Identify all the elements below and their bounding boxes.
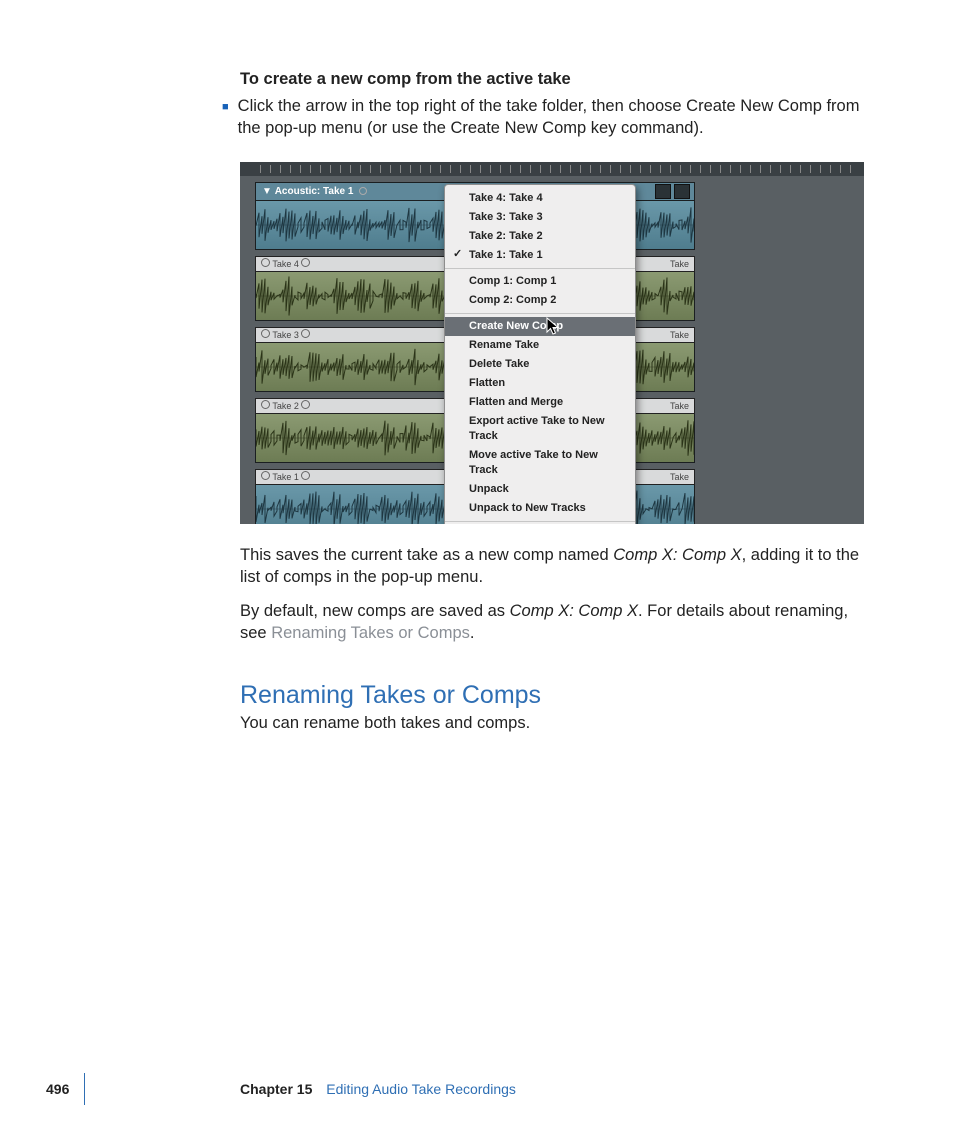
footer-divider bbox=[84, 1073, 85, 1105]
checkmark-icon: ✓ bbox=[453, 247, 462, 262]
menu-item[interactable]: ✓Take 1: Take 1 bbox=[445, 246, 635, 265]
take-folder-popup-menu: Take 4: Take 4Take 3: Take 3Take 2: Take… bbox=[444, 184, 636, 524]
menu-item[interactable]: Export active Take to New Track bbox=[445, 412, 635, 446]
menu-item[interactable]: Unpack bbox=[445, 480, 635, 499]
bullet-item: ■ Click the arrow in the top right of th… bbox=[222, 95, 866, 140]
header-button-1[interactable] bbox=[655, 184, 671, 199]
menu-item[interactable]: Unpack to New Tracks bbox=[445, 499, 635, 518]
chapter-name: Editing Audio Take Recordings bbox=[326, 1081, 516, 1097]
menu-item[interactable]: Create New Comp bbox=[445, 317, 635, 336]
loop-icon bbox=[261, 258, 270, 267]
section-intro: You can rename both takes and comps. bbox=[240, 712, 866, 734]
loop-icon bbox=[301, 400, 310, 409]
renaming-link[interactable]: Renaming Takes or Comps bbox=[271, 624, 470, 642]
paragraph-default: By default, new comps are saved as Comp … bbox=[240, 600, 866, 645]
screenshot-figure: ▼ Acoustic: Take 1 Take 4 Take Take 3 Ta… bbox=[240, 162, 864, 524]
menu-item[interactable]: Flatten bbox=[445, 374, 635, 393]
loop-icon bbox=[261, 471, 270, 480]
menu-separator bbox=[445, 313, 635, 314]
menu-item[interactable]: Comp 2: Comp 2 bbox=[445, 291, 635, 310]
bullet-mark-icon: ■ bbox=[222, 96, 229, 140]
loop-indicator-icon bbox=[359, 187, 367, 195]
loop-icon bbox=[301, 258, 310, 267]
menu-item[interactable]: Rename Take bbox=[445, 336, 635, 355]
take-folder-menu-button[interactable] bbox=[674, 184, 690, 199]
menu-separator bbox=[445, 521, 635, 522]
page-footer: 496 Chapter 15 Editing Audio Take Record… bbox=[0, 1081, 954, 1105]
paragraph-result: This saves the current take as a new com… bbox=[240, 544, 866, 589]
loop-icon bbox=[301, 471, 310, 480]
menu-item[interactable]: Flatten and Merge bbox=[445, 393, 635, 412]
disclosure-triangle-icon[interactable]: ▼ bbox=[262, 186, 272, 197]
track-header-label: Acoustic: Take 1 bbox=[275, 186, 354, 197]
section-heading: Renaming Takes or Comps bbox=[240, 681, 866, 710]
loop-icon bbox=[261, 400, 270, 409]
bullet-text: Click the arrow in the top right of the … bbox=[238, 95, 866, 140]
menu-item[interactable]: Delete Take bbox=[445, 355, 635, 374]
chapter-label: Chapter 15 bbox=[240, 1081, 312, 1097]
menu-item[interactable]: Take 3: Take 3 bbox=[445, 208, 635, 227]
menu-separator bbox=[445, 268, 635, 269]
instruction-heading: To create a new comp from the active tak… bbox=[240, 70, 866, 89]
menu-item[interactable]: Take 2: Take 2 bbox=[445, 227, 635, 246]
timeline-ruler bbox=[240, 162, 864, 176]
menu-item[interactable]: Move active Take to New Track bbox=[445, 446, 635, 480]
menu-item[interactable]: Comp 1: Comp 1 bbox=[445, 272, 635, 291]
loop-icon bbox=[261, 329, 270, 338]
page-number: 496 bbox=[46, 1081, 69, 1097]
loop-icon bbox=[301, 329, 310, 338]
menu-item[interactable]: Take 4: Take 4 bbox=[445, 189, 635, 208]
